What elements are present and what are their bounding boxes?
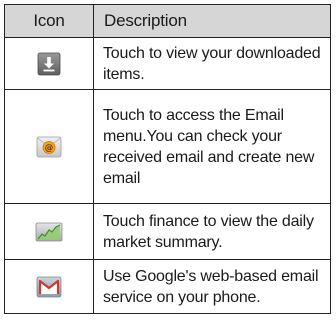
svg-text:@: @ — [45, 143, 54, 153]
icon-description-table: Icon Description Touch to view your down… — [4, 4, 331, 314]
table-row: @ Touch to access the Email menu.You can… — [4, 89, 331, 204]
email-icon: @ — [35, 135, 63, 159]
description-column-header: Description — [93, 4, 331, 38]
icon-column-header: Icon — [4, 4, 94, 38]
description-cell: Touch to access the Email menu.You can c… — [93, 89, 331, 204]
table-row: Use Google's web-based email service on … — [4, 259, 331, 314]
table-row: Touch finance to view the daily market s… — [4, 203, 331, 260]
table-header-row: Icon Description — [4, 4, 331, 38]
icon-cell — [4, 203, 94, 260]
description-cell: Use Google's web-based email service on … — [93, 259, 331, 314]
icon-cell — [4, 259, 94, 314]
description-cell: Touch finance to view the daily market s… — [93, 203, 331, 260]
table-row: Touch to view your downloaded items. — [4, 37, 331, 90]
icon-cell: @ — [4, 89, 94, 204]
finance-chart-icon — [35, 220, 63, 244]
gmail-icon — [35, 275, 63, 299]
description-cell: Touch to view your downloaded items. — [93, 37, 331, 90]
icon-cell — [4, 37, 94, 90]
download-icon — [35, 52, 63, 76]
